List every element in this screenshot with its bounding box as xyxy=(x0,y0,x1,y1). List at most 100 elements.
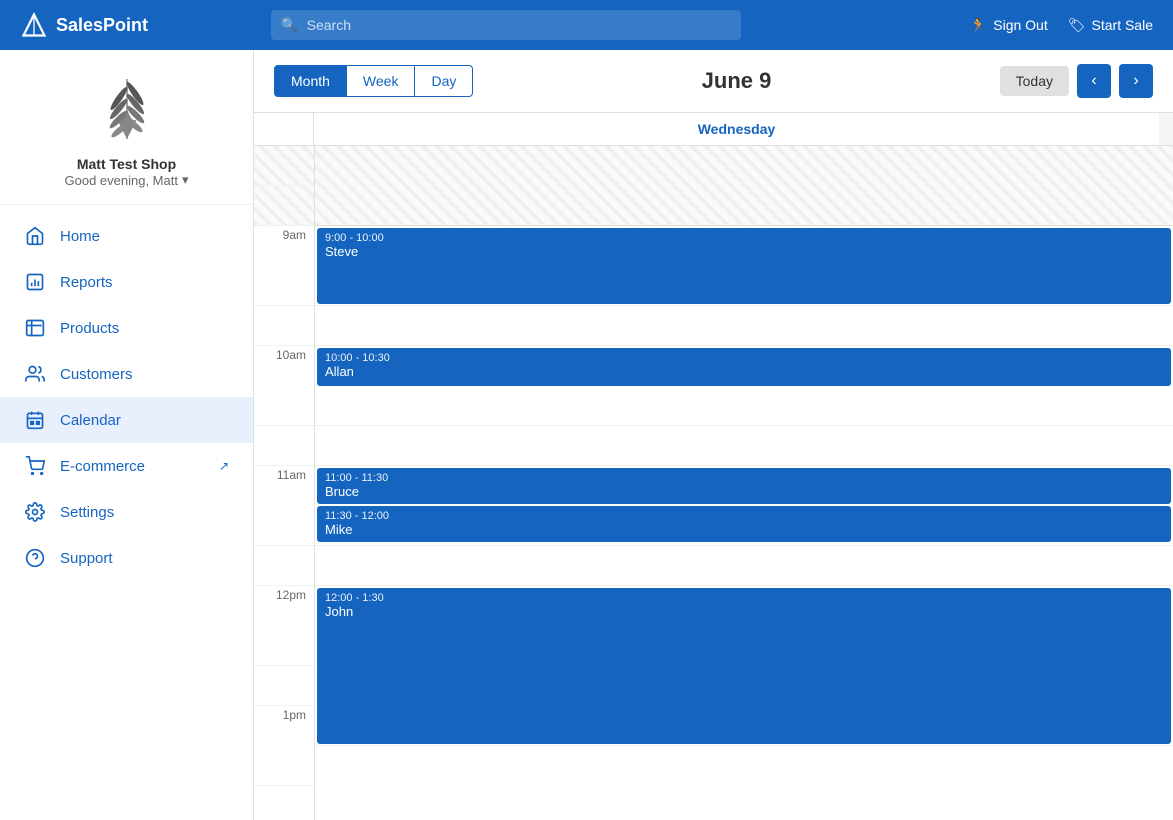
event-time: 9:00 - 10:00 xyxy=(325,232,1163,244)
shop-greeting[interactable]: Good evening, Matt ▾ xyxy=(20,172,233,188)
event-allan[interactable]: 10:00 - 10:30 Allan xyxy=(317,348,1171,386)
time-block-11-30 xyxy=(315,546,1173,586)
event-bruce[interactable]: 11:00 - 11:30 Bruce xyxy=(317,468,1171,504)
event-name: Steve xyxy=(325,244,1163,259)
signout-label: Sign Out xyxy=(993,17,1047,33)
time-label: 12pm xyxy=(276,588,306,602)
start-sale-button[interactable]: 🏷 Start Sale xyxy=(1068,17,1153,34)
event-name: Bruce xyxy=(325,484,1163,499)
sidebar-item-settings[interactable]: Settings xyxy=(0,489,253,535)
dropdown-chevron-icon: ▾ xyxy=(182,172,189,188)
content: Month Week Day June 9 Today ‹ › Wednesda… xyxy=(254,50,1173,820)
signout-button[interactable]: 🏃 Sign Out xyxy=(970,17,1048,34)
reports-icon xyxy=(24,271,46,293)
signout-icon: 🏃 xyxy=(970,17,987,34)
calendar-grid: 9am 10am 11am 12pm xyxy=(254,146,1173,820)
time-slot-1pm: 1pm xyxy=(254,706,314,786)
time-label: 9am xyxy=(283,228,306,242)
calendar-area: Wednesday 9am xyxy=(254,113,1173,820)
sidebar-item-label: Calendar xyxy=(60,412,121,429)
time-slot-12pm: 12pm xyxy=(254,586,314,666)
nav-menu: Home Reports Products Customers xyxy=(0,205,253,589)
main-layout: Matt Test Shop Good evening, Matt ▾ Home… xyxy=(0,50,1173,820)
header: SalesPoint 🔍 🏃 Sign Out 🏷 Start Sale xyxy=(0,0,1173,50)
sidebar-item-reports[interactable]: Reports xyxy=(0,259,253,305)
time-block-12pm: 12:00 - 1:30 John xyxy=(315,586,1173,746)
time-slot-10-30 xyxy=(254,426,314,466)
greeting-text: Good evening, Matt xyxy=(65,173,178,188)
logo-icon xyxy=(20,11,48,39)
sidebar-item-customers[interactable]: Customers xyxy=(0,351,253,397)
time-block-1pm xyxy=(315,746,1173,820)
event-name: Mike xyxy=(325,522,1163,537)
external-link-icon: ↗ xyxy=(219,459,229,473)
next-button[interactable]: › xyxy=(1119,64,1153,98)
sidebar-item-ecommerce[interactable]: E-commerce ↗ xyxy=(0,443,253,489)
sidebar-item-label: Reports xyxy=(60,274,113,291)
sidebar-item-products[interactable]: Products xyxy=(0,305,253,351)
logo-text: SalesPoint xyxy=(56,15,148,36)
event-mike[interactable]: 11:30 - 12:00 Mike xyxy=(317,506,1171,542)
today-button[interactable]: Today xyxy=(1000,66,1069,96)
home-icon xyxy=(24,225,46,247)
time-block-9-30 xyxy=(315,306,1173,346)
event-steve[interactable]: 9:00 - 10:00 Steve xyxy=(317,228,1171,304)
search-bar: 🔍 xyxy=(271,10,741,40)
logo: SalesPoint xyxy=(20,11,148,39)
week-view-button[interactable]: Week xyxy=(347,65,416,97)
view-buttons: Month Week Day xyxy=(274,65,473,97)
time-column: 9am 10am 11am 12pm xyxy=(254,146,314,820)
nav-controls: Today ‹ › xyxy=(1000,64,1153,98)
shop-info: Matt Test Shop Good evening, Matt ▾ xyxy=(0,50,253,205)
time-block-9am: 9:00 - 10:00 Steve xyxy=(315,226,1173,306)
settings-icon xyxy=(24,501,46,523)
event-name: John xyxy=(325,604,1163,619)
time-slot-1-30 xyxy=(254,786,314,820)
time-slot-early1 xyxy=(254,146,314,186)
sidebar-item-home[interactable]: Home xyxy=(0,213,253,259)
event-time: 12:00 - 1:30 xyxy=(325,592,1163,604)
time-block-11am: 11:00 - 11:30 Bruce 11:30 - 12:00 Mike xyxy=(315,466,1173,546)
shop-logo xyxy=(82,74,172,144)
time-block-10-30 xyxy=(315,426,1173,466)
time-slot-9am: 9am xyxy=(254,226,314,306)
time-slot-9-30 xyxy=(254,306,314,346)
sidebar-item-support[interactable]: Support xyxy=(0,535,253,581)
time-slot-11am: 11am xyxy=(254,466,314,546)
sidebar-item-calendar[interactable]: Calendar xyxy=(0,397,253,443)
time-slot-11-30 xyxy=(254,546,314,586)
products-icon xyxy=(24,317,46,339)
time-header xyxy=(254,113,314,145)
month-view-button[interactable]: Month xyxy=(274,65,347,97)
calendar-icon xyxy=(24,409,46,431)
event-time: 11:30 - 12:00 xyxy=(325,510,1163,522)
customers-icon xyxy=(24,363,46,385)
hatched-area xyxy=(315,146,1173,226)
sidebar-item-label: Support xyxy=(60,550,113,567)
event-john[interactable]: 12:00 - 1:30 John xyxy=(317,588,1171,744)
search-input[interactable] xyxy=(271,10,741,40)
time-label: 1pm xyxy=(283,708,306,722)
tag-icon: 🏷 xyxy=(1068,17,1086,34)
header-actions: 🏃 Sign Out 🏷 Start Sale xyxy=(970,17,1153,34)
shop-name: Matt Test Shop xyxy=(20,156,233,172)
time-slot-12-30 xyxy=(254,666,314,706)
start-sale-label: Start Sale xyxy=(1092,17,1153,33)
event-time: 10:00 - 10:30 xyxy=(325,352,1163,364)
sidebar-item-label: Settings xyxy=(60,504,114,521)
time-block-10am: 10:00 - 10:30 Allan xyxy=(315,346,1173,426)
sidebar-item-label: Home xyxy=(60,228,100,245)
search-icon: 🔍 xyxy=(281,17,298,34)
sidebar-item-label: Customers xyxy=(60,366,133,383)
event-time: 11:00 - 11:30 xyxy=(325,472,1163,484)
sidebar-item-label: Products xyxy=(60,320,119,337)
prev-button[interactable]: ‹ xyxy=(1077,64,1111,98)
day-view-button[interactable]: Day xyxy=(415,65,473,97)
time-slot-early2 xyxy=(254,186,314,226)
support-icon xyxy=(24,547,46,569)
sidebar-item-label: E-commerce xyxy=(60,458,145,475)
calendar-title: June 9 xyxy=(485,68,987,94)
event-name: Allan xyxy=(325,364,1163,379)
sidebar: Matt Test Shop Good evening, Matt ▾ Home… xyxy=(0,50,254,820)
calendar-body[interactable]: 9am 10am 11am 12pm xyxy=(254,146,1173,820)
